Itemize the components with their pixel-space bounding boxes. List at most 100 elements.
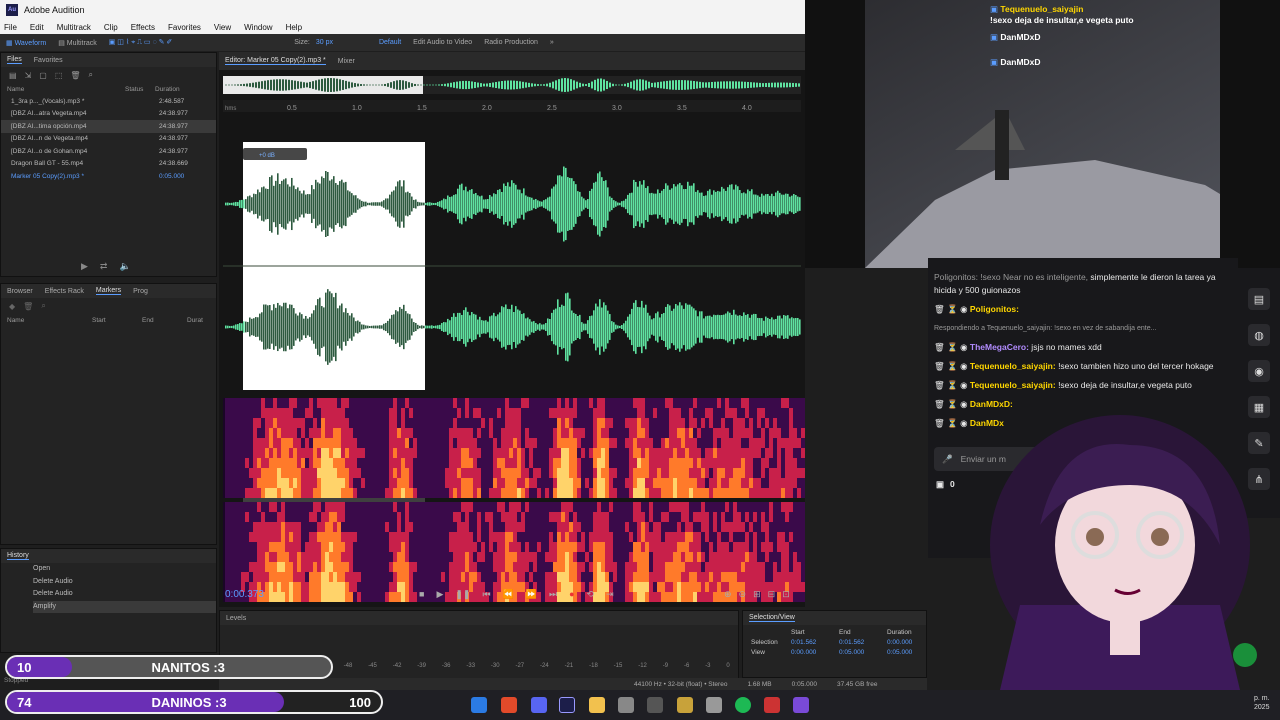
insert-icon[interactable]: ⬚	[55, 71, 63, 80]
col-end[interactable]: End	[142, 317, 187, 324]
menu-favorites[interactable]: Favorites	[168, 23, 201, 32]
file-row[interactable]: [DBZ AI...tima opción.mp4 24:38.977	[1, 120, 216, 133]
tool-icons[interactable]: ▣ ◫ ⌇ ⌖ ⎍ ▭ ◌ ✎ ✐	[103, 38, 179, 47]
file-row[interactable]: Dragon Ball GT - 55.mp4 24:38.669	[1, 158, 216, 171]
tab-browser[interactable]: Browser	[7, 288, 33, 295]
gain-hud[interactable]	[243, 148, 307, 160]
multitrack-mode-button[interactable]: ▤ Multitrack	[52, 39, 103, 47]
obs-icon[interactable]	[618, 697, 634, 713]
history-item[interactable]: Amplify	[33, 600, 216, 613]
app-icon[interactable]	[677, 697, 693, 713]
col-name[interactable]: Name	[7, 317, 92, 324]
zoom-out-time-icon[interactable]: ⊟	[768, 589, 776, 600]
tab-editor[interactable]: Editor: Marker 05 Copy(2).mp3 *	[225, 57, 326, 65]
tab-mixer[interactable]: Mixer	[338, 58, 355, 65]
menu-window[interactable]: Window	[244, 23, 272, 32]
volume-icon[interactable]: 🔈	[119, 261, 130, 272]
audition-icon[interactable]	[559, 697, 575, 713]
zoom-in-amplitude-icon[interactable]: ⊕	[724, 589, 732, 600]
file-row[interactable]: [DBZ AI...n de Vegeta.mp4 24:38.977	[1, 133, 216, 146]
file-row[interactable]: [DBZ AI...atra Vegeta.mp4 24:38.977	[1, 108, 216, 121]
menu-effects[interactable]: Effects	[131, 23, 155, 32]
app-icon[interactable]	[764, 697, 780, 713]
import-icon[interactable]: ⇲	[25, 71, 32, 80]
menu-view[interactable]: View	[214, 23, 231, 32]
search-icon[interactable]: ⌕	[89, 70, 93, 80]
marker-add-icon[interactable]: ◆	[9, 302, 15, 311]
tab-levels[interactable]: Levels	[226, 615, 246, 622]
workspace-radio[interactable]: Radio Production	[478, 39, 544, 46]
windows-start-icon[interactable]	[471, 697, 487, 713]
col-name[interactable]: Name	[7, 86, 125, 93]
marker-delete-icon[interactable]: 🗑	[23, 302, 33, 311]
zoom-in-time-icon[interactable]: ⊞	[753, 589, 761, 600]
tab-files[interactable]: Files	[7, 56, 22, 64]
file-explorer-icon[interactable]	[589, 697, 605, 713]
chat-bubble-icon[interactable]: ◍	[1248, 324, 1270, 346]
brave-icon[interactable]	[501, 697, 517, 713]
app-icon[interactable]	[706, 697, 722, 713]
selection-start[interactable]: 0:01.562	[791, 639, 839, 646]
tab-history[interactable]: History	[7, 552, 29, 560]
view-start[interactable]: 0:00.000	[791, 649, 839, 656]
pause-icon[interactable]: ❚❚	[455, 589, 470, 600]
menu-clip[interactable]: Clip	[104, 23, 118, 32]
green-button-icon[interactable]	[1233, 643, 1257, 667]
menu-help[interactable]: Help	[286, 23, 302, 32]
rewind-icon[interactable]: ⏪	[503, 589, 514, 600]
size-value[interactable]: 30 px	[316, 39, 333, 46]
chat-name[interactable]: Poligonitos:	[970, 304, 1019, 314]
file-row[interactable]: 1_3ra p..._(Vocals).mp3 * 2:48.587	[1, 95, 216, 108]
zoom-out-amplitude-icon[interactable]: ⊖	[739, 589, 747, 600]
more-workspaces-icon[interactable]: »	[544, 39, 560, 46]
delete-icon[interactable]: 🗑	[70, 71, 80, 80]
history-item[interactable]: Delete Audio	[33, 576, 216, 589]
search-icon[interactable]: ⌕	[41, 301, 45, 311]
tab-favorites[interactable]: Favorites	[34, 57, 63, 64]
play-icon[interactable]: ▶	[436, 589, 443, 600]
waveform-display[interactable]: hms 0.51.01.52.02.53.03.54.0 +0 dB Hz10k…	[219, 70, 805, 607]
col-status[interactable]: Status	[125, 86, 155, 93]
play-preview-icon[interactable]: ▶	[81, 261, 88, 272]
tab-properties[interactable]: Prog	[133, 288, 148, 295]
open-file-icon[interactable]: ▤	[9, 71, 17, 80]
loop-icon[interactable]: ⇄	[100, 261, 108, 272]
stop-icon[interactable]: ■	[419, 589, 424, 600]
view-end[interactable]: 0:05.000	[839, 649, 887, 656]
chat-name[interactable]: Tequenuelo_saiyajin:	[970, 380, 1056, 390]
workspace-edit-video[interactable]: Edit Audio to Video	[407, 39, 478, 46]
document-icon[interactable]: ▤	[1248, 288, 1270, 310]
new-file-icon[interactable]: ▢	[39, 71, 47, 80]
history-item[interactable]: Delete Audio	[33, 588, 216, 601]
loop-icon[interactable]: ⟲	[587, 589, 595, 600]
fast-forward-icon[interactable]: ⏩	[526, 589, 537, 600]
col-start[interactable]: Start	[92, 317, 142, 324]
col-duration[interactable]: Durat	[187, 317, 203, 324]
skip-icon[interactable]: ⇥	[606, 589, 614, 600]
selection-end[interactable]: 0:01.562	[839, 639, 887, 646]
broadcast-icon[interactable]: ◉	[1248, 360, 1270, 382]
go-end-icon[interactable]: ⏭	[549, 589, 557, 600]
menu-file[interactable]: File	[4, 23, 17, 32]
waveform-mode-button[interactable]: ▦ Waveform	[0, 39, 52, 47]
col-duration[interactable]: Duration	[155, 86, 180, 93]
tab-effects-rack[interactable]: Effects Rack	[45, 288, 84, 295]
workspace-default[interactable]: Default	[373, 39, 407, 46]
discord-icon[interactable]	[531, 697, 547, 713]
record-icon[interactable]: ●	[569, 589, 574, 600]
history-item[interactable]: Open	[33, 563, 216, 576]
file-row[interactable]: [DBZ AI...o de Gohan.mp4 24:38.977	[1, 145, 216, 158]
go-start-icon[interactable]: ⏮	[482, 589, 490, 600]
selection-duration[interactable]: 0:00.000	[887, 639, 935, 646]
menu-multitrack[interactable]: Multitrack	[57, 23, 91, 32]
menu-edit[interactable]: Edit	[30, 23, 44, 32]
tab-selection-view[interactable]: Selection/View	[749, 614, 795, 622]
chat-name[interactable]: TheMegaCero:	[970, 342, 1029, 352]
chat-name[interactable]: Tequenuelo_saiyajin:	[970, 361, 1056, 371]
zoom-selection-icon[interactable]: ⊡	[782, 589, 790, 600]
view-duration[interactable]: 0:05.000	[887, 649, 935, 656]
file-row[interactable]: Marker 05 Copy(2).mp3 * 0:05.000	[1, 170, 216, 183]
app-icon[interactable]	[793, 697, 809, 713]
settings-icon[interactable]	[647, 697, 663, 713]
tab-markers[interactable]: Markers	[95, 287, 122, 295]
